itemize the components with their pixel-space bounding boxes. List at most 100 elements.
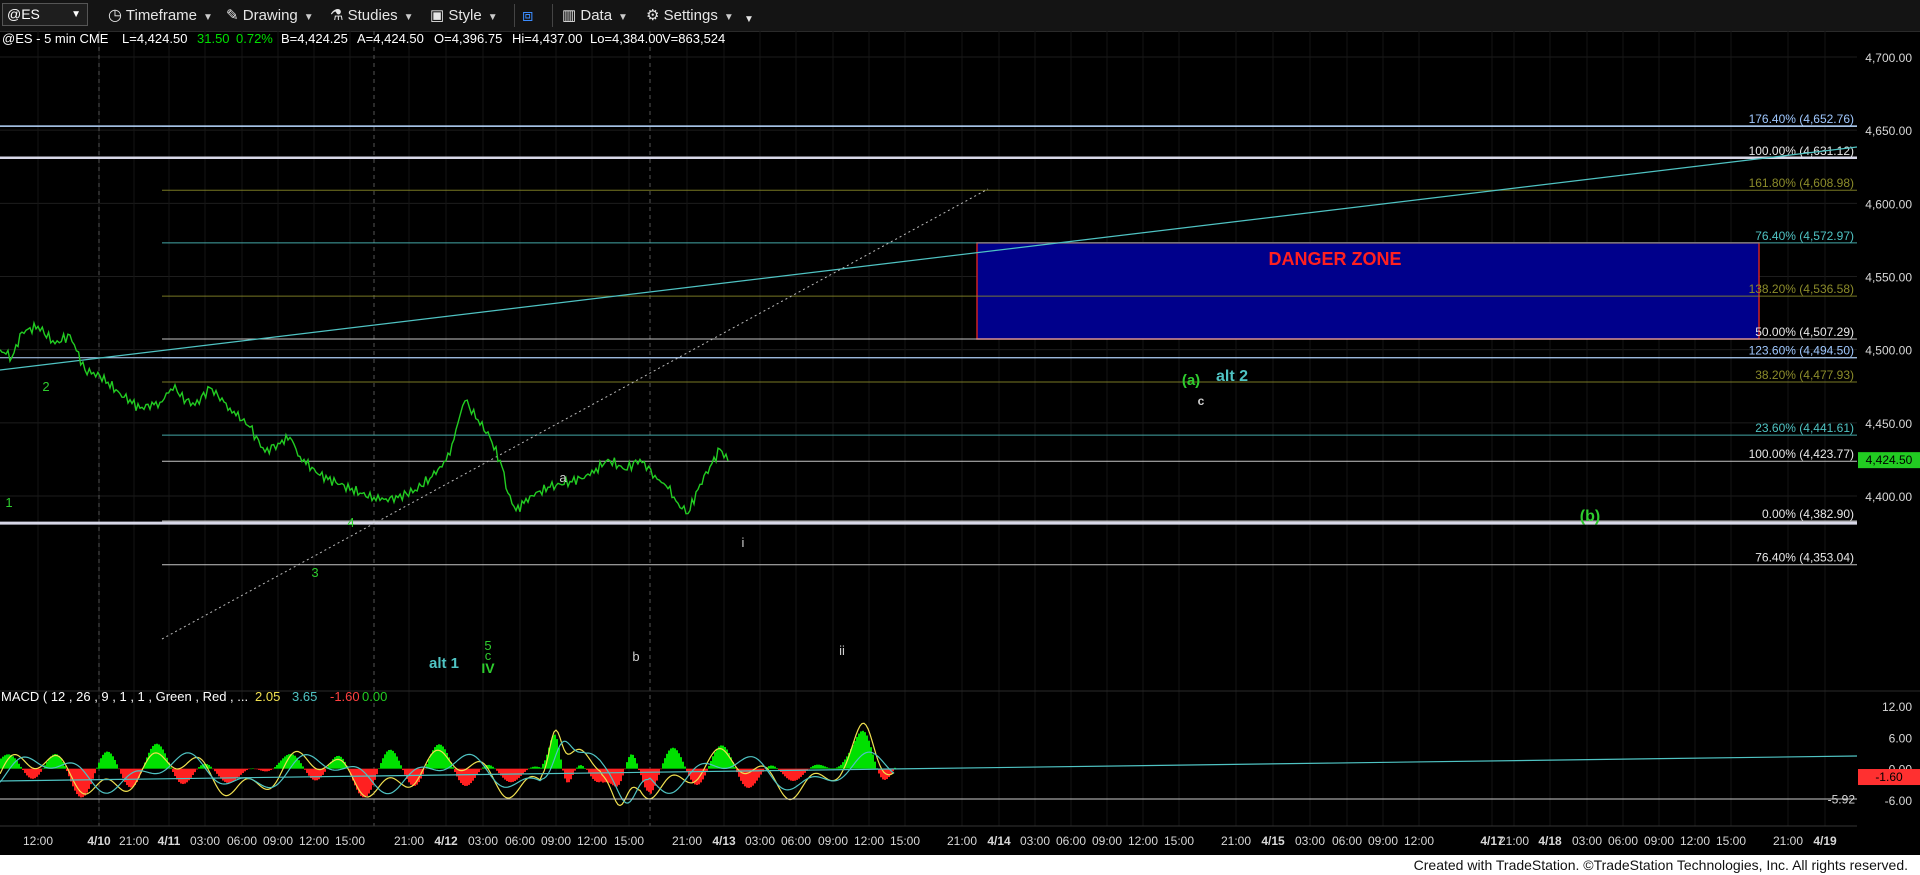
histogram-bar	[536, 766, 538, 769]
histogram-bar	[814, 765, 816, 769]
x-tick-label: 09:00	[818, 834, 848, 848]
histogram-bar	[528, 768, 530, 770]
layout-icon[interactable]: ⧈	[522, 5, 533, 26]
histogram-bar	[636, 763, 638, 769]
histogram-bar	[808, 768, 810, 770]
histogram-bar	[470, 768, 472, 784]
histogram-bar	[562, 768, 564, 771]
histogram-bar	[832, 768, 834, 769]
histogram-bar	[474, 768, 476, 778]
histogram-bar	[340, 756, 342, 769]
ask-price: A=4,424.50	[357, 31, 424, 46]
x-tick-label: 12:00	[299, 834, 329, 848]
histogram-bar	[478, 768, 480, 773]
bar-chart-icon: ▥	[562, 7, 577, 24]
chart-header: @ES - 5 min CME L=4,424.50 31.50 0.72% B…	[2, 31, 725, 46]
histogram-bar	[194, 768, 196, 773]
data-label: Data	[580, 7, 613, 24]
y-tick-label: 4,450.00	[1865, 417, 1912, 431]
x-tick-label: 12:00	[1128, 834, 1158, 848]
histogram-bar	[568, 768, 570, 783]
histogram-bar	[298, 760, 300, 769]
timeframe-menu[interactable]: ◷ Timeframe ▼	[108, 5, 213, 26]
histogram-bar	[560, 759, 562, 769]
histogram-bar	[234, 768, 236, 781]
x-tick-label: 06:00	[1608, 834, 1638, 848]
histogram-bar	[440, 744, 442, 769]
histogram-bar	[632, 754, 634, 769]
histogram-bar	[212, 768, 214, 770]
histogram-bar	[386, 751, 388, 769]
histogram-bar	[778, 768, 780, 770]
x-tick-label: 12:00	[577, 834, 607, 848]
x-tick-label: 15:00	[1164, 834, 1194, 848]
x-tick-label: 03:00	[1020, 834, 1050, 848]
copyright-footer: Created with TradeStation. ©TradeStation…	[1407, 855, 1914, 875]
histogram-bar	[94, 768, 96, 774]
histogram-bar	[522, 768, 524, 774]
change-percent: 0.72%	[236, 31, 273, 46]
histogram-bar	[76, 768, 78, 795]
histogram-bar	[92, 768, 94, 779]
overflow-chevron-icon[interactable]: ▼	[744, 9, 754, 30]
histogram-bar	[616, 768, 618, 787]
histogram-bar	[712, 756, 714, 769]
histogram-bar	[36, 768, 38, 777]
macd-value: 2.05	[255, 689, 280, 704]
histogram-bar	[176, 768, 178, 780]
drawing-menu[interactable]: ✎ Drawing ▼	[226, 5, 314, 26]
histogram-bar	[836, 767, 838, 769]
x-tick-label: 15:00	[1716, 834, 1746, 848]
x-tick-label: 4/15	[1261, 834, 1285, 848]
histogram-bar	[388, 750, 390, 769]
data-menu[interactable]: ▥ Data ▼	[562, 5, 628, 26]
histogram-bar	[374, 768, 376, 780]
histogram-bar	[662, 763, 664, 769]
histogram-bar	[586, 768, 588, 770]
histogram-bar	[400, 765, 402, 769]
histogram-bar	[538, 767, 540, 769]
histogram-bar	[626, 762, 628, 769]
symbol-selector[interactable]: @ES ▼	[2, 3, 88, 26]
histogram-bar	[338, 755, 340, 769]
histogram-bar	[776, 768, 778, 769]
histogram-bar	[672, 747, 674, 769]
macd-y-tick: 12.00	[1882, 700, 1912, 714]
histogram-bar	[870, 747, 872, 769]
histogram-bar	[862, 730, 864, 769]
wave-label: 4	[347, 515, 354, 530]
histogram-bar	[466, 768, 468, 786]
histogram-bar	[42, 768, 44, 770]
histogram-bar	[532, 766, 534, 769]
histogram-bar	[108, 751, 110, 769]
histogram-bar	[638, 768, 640, 771]
histogram-bar	[396, 756, 398, 769]
histogram-bar	[0, 758, 2, 769]
histogram-bar	[200, 765, 202, 769]
histogram-bar	[540, 767, 542, 769]
style-menu[interactable]: ▣ Style ▼	[430, 5, 498, 26]
wave-label: b	[632, 649, 639, 664]
chevron-down-icon: ▼	[618, 12, 628, 23]
histogram-bar	[266, 768, 268, 772]
histogram-bar	[192, 768, 194, 775]
chevron-down-icon: ▼	[71, 9, 81, 20]
histogram-bar	[170, 767, 172, 769]
volume: V=863,524	[662, 31, 725, 46]
histogram-bar	[264, 768, 266, 772]
histogram-bar	[236, 768, 238, 779]
histogram-bar	[64, 766, 66, 769]
histogram-bar	[574, 768, 576, 771]
macd-axis: 12.006.000.00-6.00-1.60-5.92	[1828, 700, 1920, 808]
histogram-bar	[342, 758, 344, 769]
settings-menu[interactable]: ⚙ Settings ▼	[646, 5, 734, 26]
histogram-bar	[394, 753, 396, 769]
histogram-bar	[828, 767, 830, 769]
x-tick-label: 15:00	[890, 834, 920, 848]
histogram-bar	[114, 759, 116, 769]
studies-menu[interactable]: ⚗ Studies ▼	[330, 5, 414, 26]
histogram-bar	[676, 750, 678, 769]
histogram-bar	[678, 753, 680, 769]
y-tick-label: 4,600.00	[1865, 197, 1912, 211]
histogram-bar	[554, 734, 556, 769]
